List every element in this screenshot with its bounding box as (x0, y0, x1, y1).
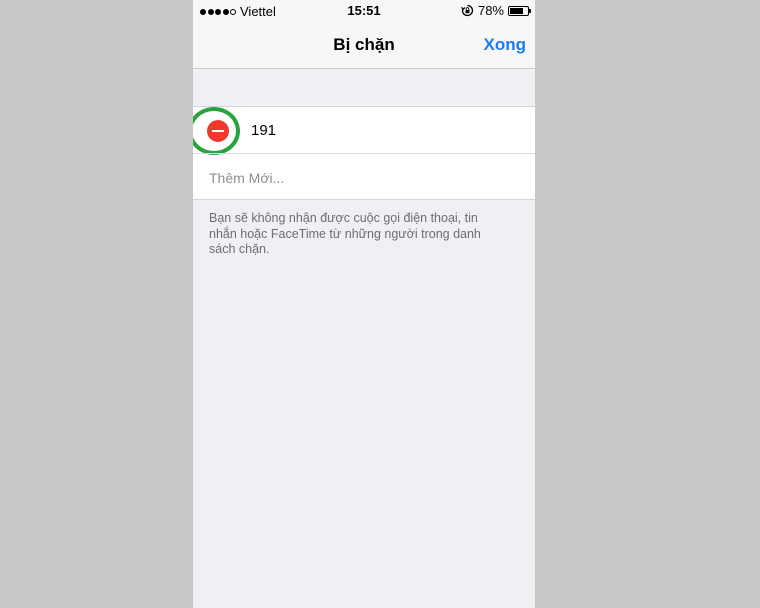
add-new-label[interactable]: Thêm Mới... (209, 170, 284, 186)
minus-icon (212, 130, 224, 132)
status-right: 78% (461, 3, 531, 18)
blocked-list: 191 Thêm Mới... (193, 106, 535, 200)
blocked-entry-row: 191 (193, 107, 535, 155)
footer-note: Bạn sẽ không nhận được cuộc gọi điện tho… (209, 211, 481, 256)
battery-percent: 78% (477, 3, 504, 18)
blocked-number: 191 (251, 122, 277, 139)
add-new-row[interactable]: Thêm Mới... (193, 153, 535, 199)
status-bar: Viettel 15:51 78% (193, 0, 535, 22)
phone-screen: Viettel 15:51 78% Bị chặn Xong 191 Thêm … (193, 0, 535, 608)
delete-entry-button[interactable] (207, 120, 229, 142)
battery-fill (510, 7, 524, 14)
orientation-lock-icon (461, 4, 474, 17)
battery-icon (508, 5, 531, 16)
done-button[interactable]: Xong (484, 35, 527, 55)
navigation-bar: Bị chặn Xong (193, 22, 535, 69)
